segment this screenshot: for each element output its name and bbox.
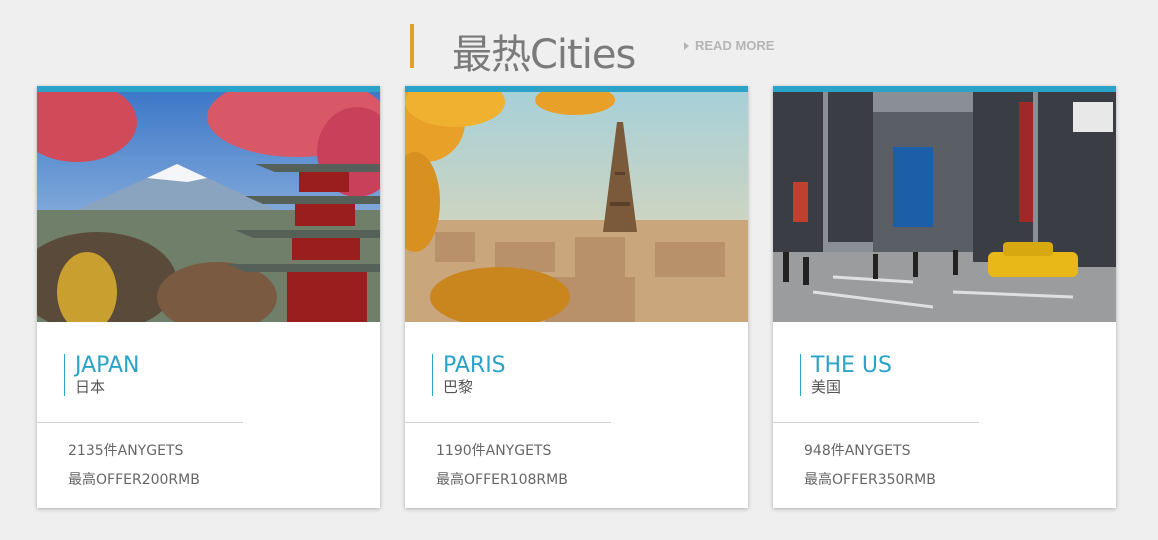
card-divider [37, 422, 243, 423]
anygets-count: 2135件ANYGETS [68, 443, 184, 459]
city-name-cn: 日本 [75, 378, 106, 396]
anygets-count: 1190件ANYGETS [436, 443, 552, 459]
anygets-count: 948件ANYGETS [804, 443, 911, 459]
city-card-the-us[interactable]: THE US 美国 948件ANYGETS 最高OFFER350RMB [773, 86, 1116, 508]
city-photo-the-us[interactable] [773, 92, 1116, 322]
city-card-japan[interactable]: JAPAN 日本 2135件ANYGETS 最高OFFER200RMB [37, 86, 380, 508]
city-card-paris[interactable]: PARIS 巴黎 1190件ANYGETS 最高OFFER108RMB [405, 86, 748, 508]
city-photo-paris[interactable] [405, 92, 748, 322]
max-offer: 最高OFFER108RMB [436, 472, 568, 488]
card-divider [405, 422, 611, 423]
city-name-cn: 美国 [811, 378, 842, 396]
section-title: 最热Cities [452, 32, 636, 78]
city-name-block: JAPAN 日本 [64, 354, 140, 396]
city-photo-japan[interactable] [37, 92, 380, 322]
city-name-block: PARIS 巴黎 [432, 354, 506, 396]
city-name-en[interactable]: JAPAN [75, 354, 140, 378]
section-header: 最热Cities READ MORE [0, 0, 1158, 80]
card-divider [773, 422, 979, 423]
header-accent-bar [410, 24, 414, 68]
city-name-block: THE US 美国 [800, 354, 892, 396]
read-more-link[interactable]: READ MORE [684, 38, 774, 53]
caret-right-icon [684, 41, 689, 50]
city-name-en[interactable]: THE US [811, 354, 892, 378]
max-offer: 最高OFFER350RMB [804, 472, 936, 488]
city-name-en[interactable]: PARIS [443, 354, 506, 378]
max-offer: 最高OFFER200RMB [68, 472, 200, 488]
city-name-cn: 巴黎 [443, 378, 474, 396]
read-more-label: READ MORE [695, 38, 775, 53]
